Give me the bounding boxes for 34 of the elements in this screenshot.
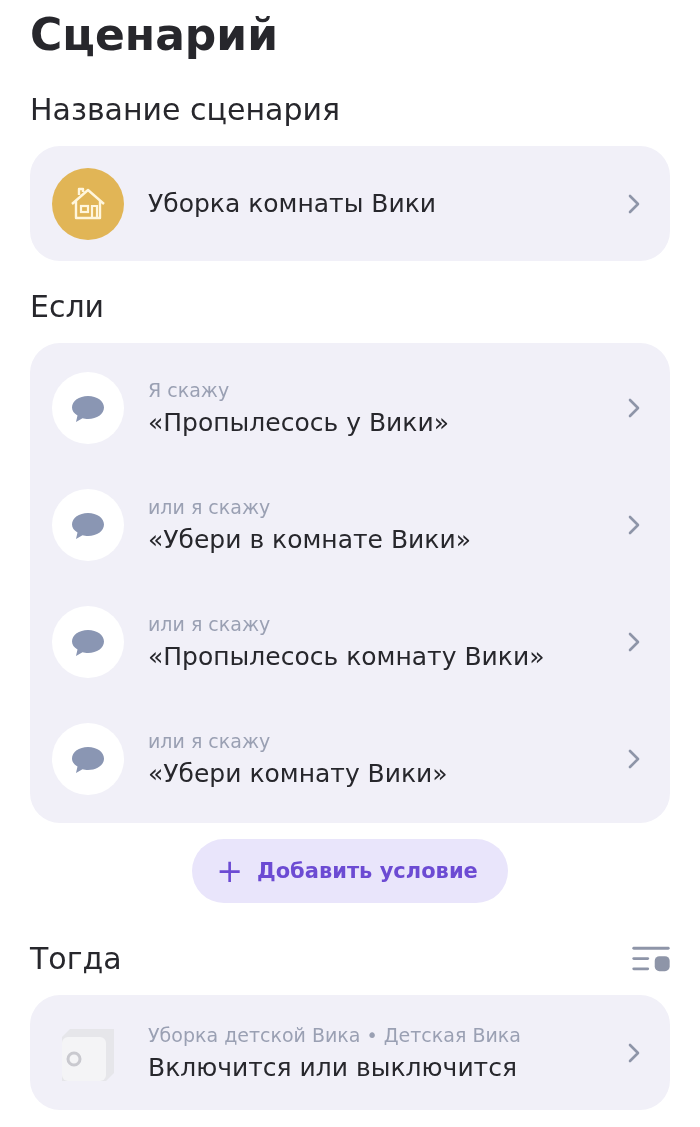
chevron-icon bbox=[628, 193, 640, 214]
device-caption: Уборка детской Вика • Детская Вика bbox=[148, 1022, 522, 1048]
chevron-icon bbox=[628, 1042, 640, 1063]
add-condition-button[interactable]: + Добавить условие bbox=[192, 839, 508, 903]
condition-caption: Я скажу bbox=[148, 377, 231, 403]
scenario-name: Уборка комнаты Вики bbox=[148, 187, 438, 220]
section-heading: Если bbox=[30, 289, 106, 325]
condition-phrase: «Пропылесось комнату Вики» bbox=[148, 640, 546, 673]
condition-item[interactable]: Я скажу «Пропылесось у Вики» bbox=[30, 349, 670, 466]
chevron-icon bbox=[628, 631, 640, 652]
condition-caption: или я скажу bbox=[148, 611, 272, 637]
condition-phrase: «Убери комнату Вики» bbox=[148, 757, 449, 790]
chevron-icon bbox=[628, 748, 640, 769]
chevron-icon bbox=[628, 397, 640, 418]
condition-phrase: «Пропылесось у Вики» bbox=[148, 406, 450, 439]
action-item[interactable]: Уборка детской Вика • Детская Вика Включится или выключится bbox=[30, 995, 670, 1110]
condition-caption: или я скажу bbox=[148, 494, 272, 520]
speech-bubble-icon bbox=[52, 605, 124, 678]
speech-bubble-icon bbox=[52, 722, 124, 795]
page-title: Сценарий bbox=[30, 8, 279, 62]
condition-item[interactable]: или я скажу «Пропылесось комнату Вики» bbox=[30, 583, 670, 700]
list-settings-icon[interactable] bbox=[632, 945, 670, 973]
speech-bubble-icon bbox=[52, 488, 124, 561]
speech-bubble-icon bbox=[52, 371, 124, 444]
condition-item[interactable]: или я скажу «Убери комнату Вики» bbox=[30, 700, 670, 817]
section-heading: Тогда bbox=[30, 941, 122, 977]
section-heading: Название сценария bbox=[30, 92, 342, 128]
condition-item[interactable]: или я скажу «Убери в комнате Вики» bbox=[30, 466, 670, 583]
scenario-name-card[interactable]: Уборка комнаты Вики bbox=[30, 146, 670, 261]
condition-phrase: «Убери в комнате Вики» bbox=[148, 523, 472, 556]
condition-caption: или я скажу bbox=[148, 728, 272, 754]
house-icon bbox=[52, 167, 124, 240]
action-text: Включится или выключится bbox=[148, 1051, 518, 1084]
chevron-icon bbox=[628, 514, 640, 535]
